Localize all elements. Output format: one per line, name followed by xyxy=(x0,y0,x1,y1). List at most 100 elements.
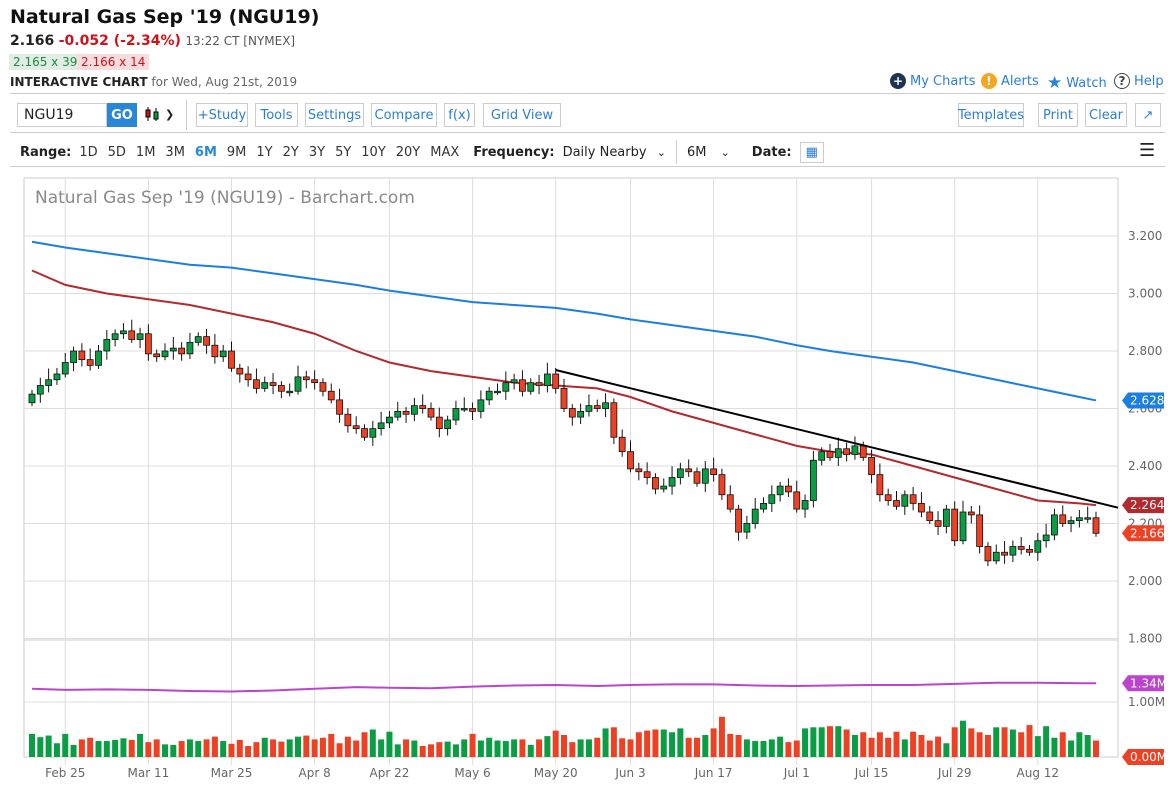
candle xyxy=(336,388,343,423)
candle xyxy=(1042,523,1050,548)
help-link[interactable]: ? Help xyxy=(1114,73,1164,89)
calendar-icon: ▦ xyxy=(805,144,818,160)
range-10y[interactable]: 10Y xyxy=(361,145,385,160)
candle xyxy=(211,334,219,364)
symbol-input[interactable]: NGU19 xyxy=(17,103,107,127)
volume-bar xyxy=(353,740,360,757)
compare-button[interactable]: Compare xyxy=(371,103,437,127)
my-charts-label: My Charts xyxy=(910,73,976,89)
grid-view-button[interactable]: Grid View xyxy=(483,103,561,127)
range-1m[interactable]: 1M xyxy=(136,145,156,160)
candle xyxy=(1009,540,1017,563)
candle-body xyxy=(859,445,867,458)
volume-bar xyxy=(619,738,626,757)
volume-bar xyxy=(419,746,426,757)
volume-bar xyxy=(228,743,235,757)
fx-button[interactable]: f(x) xyxy=(444,103,475,127)
range-20y[interactable]: 20Y xyxy=(396,145,420,160)
x-tick-label: Mar 11 xyxy=(128,766,170,780)
my-charts-link[interactable]: + My Charts xyxy=(890,73,976,89)
candle-body xyxy=(618,436,626,453)
range-3y[interactable]: 3Y xyxy=(309,145,325,160)
volume-bar xyxy=(644,730,651,757)
menu-icon[interactable]: ☰ xyxy=(1139,140,1155,161)
volume-bar xyxy=(103,741,110,757)
candle-body xyxy=(336,399,343,415)
range-5y[interactable]: 5Y xyxy=(335,145,351,160)
candle-body xyxy=(244,373,252,381)
range-5d[interactable]: 5D xyxy=(108,145,126,160)
clear-button[interactable]: Clear xyxy=(1085,103,1127,127)
tools-button[interactable]: Tools xyxy=(255,103,298,127)
range-1y[interactable]: 1Y xyxy=(256,145,272,160)
frequency-dropdown[interactable]: Daily Nearby ⌄ xyxy=(563,145,676,160)
volume-bar xyxy=(652,729,659,757)
candle-body xyxy=(394,410,402,418)
alerts-link[interactable]: ! Alerts xyxy=(981,73,1039,89)
candle xyxy=(253,368,260,394)
candle-body xyxy=(319,382,327,392)
candle-body xyxy=(760,502,767,510)
templates-button[interactable]: Templates xyxy=(958,103,1024,127)
candle xyxy=(510,373,518,390)
range-1d[interactable]: 1D xyxy=(79,145,97,160)
study-button[interactable]: +Study xyxy=(196,103,248,127)
ma50-tag-text: 2.264 xyxy=(1130,498,1164,512)
x-tick-label: Jul 15 xyxy=(854,766,889,780)
range-2y[interactable]: 2Y xyxy=(283,145,299,160)
candle xyxy=(652,473,659,495)
candle xyxy=(959,500,967,545)
candle xyxy=(203,328,210,354)
chart-type-dropdown[interactable]: ❯ xyxy=(144,106,174,122)
candle-body xyxy=(976,514,984,547)
candle-body xyxy=(967,511,975,516)
volume-bar xyxy=(760,741,767,757)
print-button[interactable]: Print xyxy=(1038,103,1078,127)
range-6m[interactable]: 6M xyxy=(195,145,217,160)
volume-bar xyxy=(303,735,310,757)
range-bar: Range: 1D 5D 1M 3M 6M 9M 1Y 2Y 3Y 5Y 10Y 20Y MAX Fre… xyxy=(20,140,824,164)
candle xyxy=(419,394,427,414)
candle xyxy=(593,399,601,412)
volume-bar xyxy=(511,739,518,757)
candle-body xyxy=(951,508,959,542)
volume-bar xyxy=(436,742,443,757)
candle xyxy=(410,397,418,422)
x-tick-label: Jul 29 xyxy=(937,766,972,780)
candle-body xyxy=(153,353,161,358)
volume-bar xyxy=(403,739,410,757)
volume-bar xyxy=(669,732,676,757)
go-button[interactable]: GO xyxy=(107,103,137,127)
volume-bar xyxy=(685,737,692,757)
range-max[interactable]: MAX xyxy=(430,145,459,160)
candle-body xyxy=(1067,520,1075,524)
candle xyxy=(519,370,526,397)
candle-body xyxy=(361,428,368,438)
volume-bar xyxy=(702,735,709,757)
help-icon: ? xyxy=(1114,73,1130,89)
calendar-button[interactable]: ▦ xyxy=(799,141,824,163)
trendline xyxy=(555,369,1119,509)
period-dropdown[interactable]: 6M ⌄ xyxy=(687,145,752,160)
price-chart[interactable]: 1.8002.0002.2002.4002.6002.8003.0003.200… xyxy=(0,170,1175,786)
candle-body xyxy=(701,468,709,484)
watch-link[interactable]: ★ Watch xyxy=(1047,73,1107,93)
settings-button[interactable]: Settings xyxy=(305,103,364,127)
expand-button[interactable]: ↗ xyxy=(1135,103,1161,127)
volume-bar xyxy=(319,737,326,757)
candle-body xyxy=(402,410,410,415)
candle-body xyxy=(676,468,684,478)
alerts-label: Alerts xyxy=(1001,73,1039,89)
candle xyxy=(785,478,792,498)
range-3m[interactable]: 3M xyxy=(165,145,185,160)
volume-bar xyxy=(660,729,667,757)
candle-body xyxy=(585,405,593,412)
last-price-tag-text: 2.166 xyxy=(1130,526,1164,540)
volume-bar xyxy=(802,728,809,757)
volume-bar xyxy=(62,733,69,757)
range-9m[interactable]: 9M xyxy=(227,145,247,160)
candle xyxy=(103,330,111,360)
candle-body xyxy=(751,508,759,524)
volume-bar xyxy=(951,727,958,757)
candle-body xyxy=(1009,546,1017,556)
